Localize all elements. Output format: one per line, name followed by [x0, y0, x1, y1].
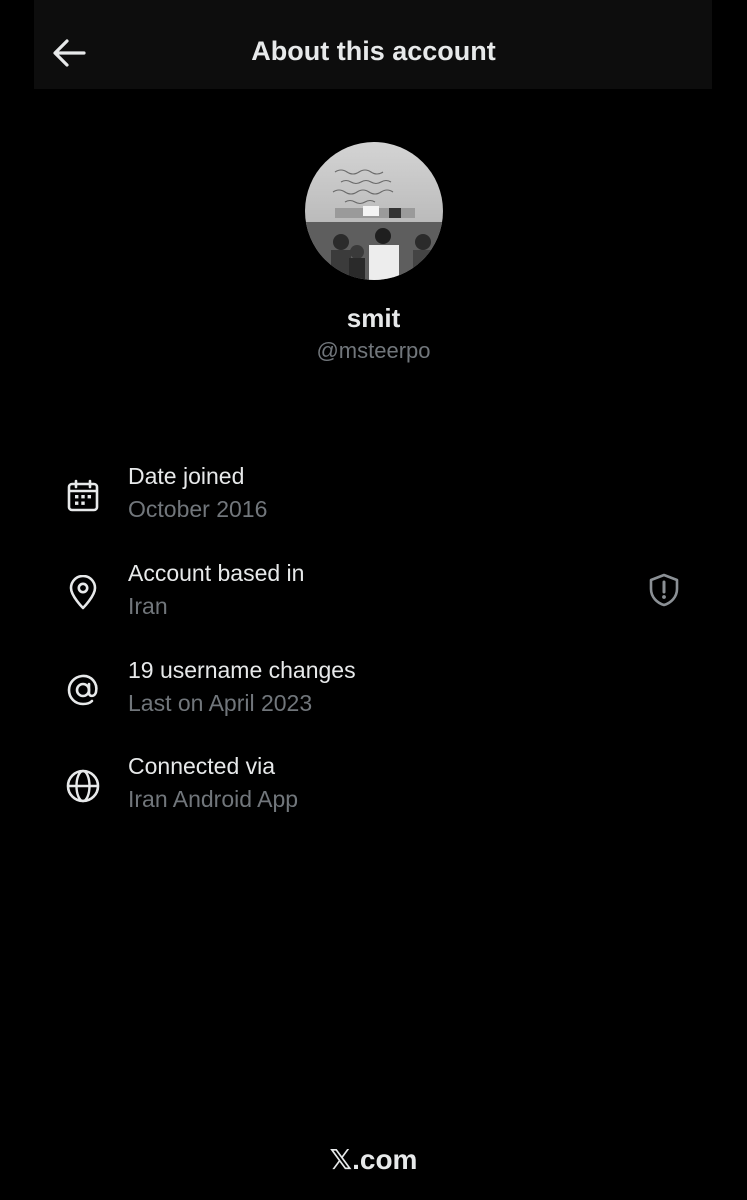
username-handle: @msteerpo	[316, 338, 431, 363]
x-com-watermark: 𝕏.com	[0, 1143, 747, 1176]
username-changes-value: Last on April 2023	[128, 690, 313, 716]
account-based-in-row: Account based in Iran	[0, 560, 747, 630]
date-joined-label: Date joined	[128, 463, 245, 489]
at-sign-icon	[62, 669, 104, 711]
x-logo-icon: 𝕏	[329, 1143, 353, 1176]
connected-via-value: Iran Android App	[128, 786, 299, 812]
page-title: About this account	[251, 36, 496, 66]
username-changes-row: 19 username changes Last on April 2023	[0, 657, 747, 727]
avatar[interactable]	[305, 142, 443, 280]
shield-alert-icon[interactable]	[644, 570, 684, 610]
location-pin-icon	[62, 572, 104, 614]
globe-icon	[62, 765, 104, 807]
date-joined-value: October 2016	[128, 496, 268, 522]
connected-via-label: Connected via	[128, 753, 276, 779]
account-based-in-label: Account based in	[128, 560, 305, 586]
account-based-in-value: Iran	[128, 593, 168, 619]
display-name: smit	[346, 303, 401, 333]
connected-via-row: Connected via Iran Android App	[0, 753, 747, 823]
date-joined-row: Date joined October 2016	[0, 463, 747, 533]
username-changes-label: 19 username changes	[128, 657, 356, 683]
domain-suffix: .com	[352, 1144, 418, 1175]
calendar-icon	[62, 475, 104, 517]
